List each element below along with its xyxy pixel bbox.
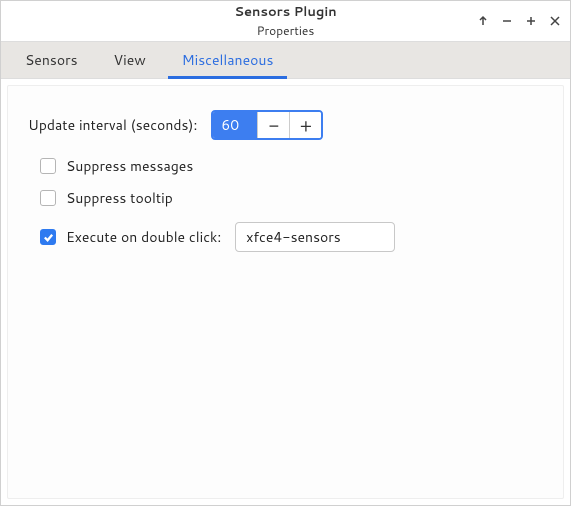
tab-bar: Sensors View Miscellaneous (1, 41, 570, 79)
stepper-plus-button[interactable]: + (289, 112, 321, 138)
tab-sensors-label: Sensors (25, 50, 78, 70)
suppress-tooltip-label: Suppress tooltip (66, 188, 173, 208)
stepper-minus-button[interactable]: − (257, 112, 289, 138)
update-interval-value[interactable]: 60 (213, 112, 257, 138)
close-icon[interactable] (548, 14, 562, 28)
tab-view-label: View (114, 50, 146, 70)
execute-on-double-click-checkbox[interactable] (40, 229, 56, 245)
minimize-icon[interactable] (500, 14, 514, 28)
maximize-icon[interactable] (524, 14, 538, 28)
tab-miscellaneous-label: Miscellaneous (182, 50, 274, 70)
titlebar: Sensors Plugin Properties (1, 1, 570, 41)
execute-on-double-click-label: Execute on double click: (66, 227, 221, 247)
suppress-messages-label: Suppress messages (66, 156, 193, 176)
tab-sensors[interactable]: Sensors (7, 42, 96, 78)
tab-content: Update interval (seconds): 60 − + Suppre… (7, 85, 564, 499)
suppress-tooltip-checkbox[interactable] (40, 190, 56, 206)
arrow-up-icon[interactable] (476, 14, 490, 28)
suppress-messages-checkbox[interactable] (40, 158, 56, 174)
update-interval-stepper[interactable]: 60 − + (211, 110, 323, 140)
execute-command-input[interactable] (235, 222, 395, 252)
update-interval-label: Update interval (seconds): (28, 115, 197, 135)
tab-view[interactable]: View (96, 42, 164, 78)
tab-miscellaneous[interactable]: Miscellaneous (164, 42, 292, 78)
